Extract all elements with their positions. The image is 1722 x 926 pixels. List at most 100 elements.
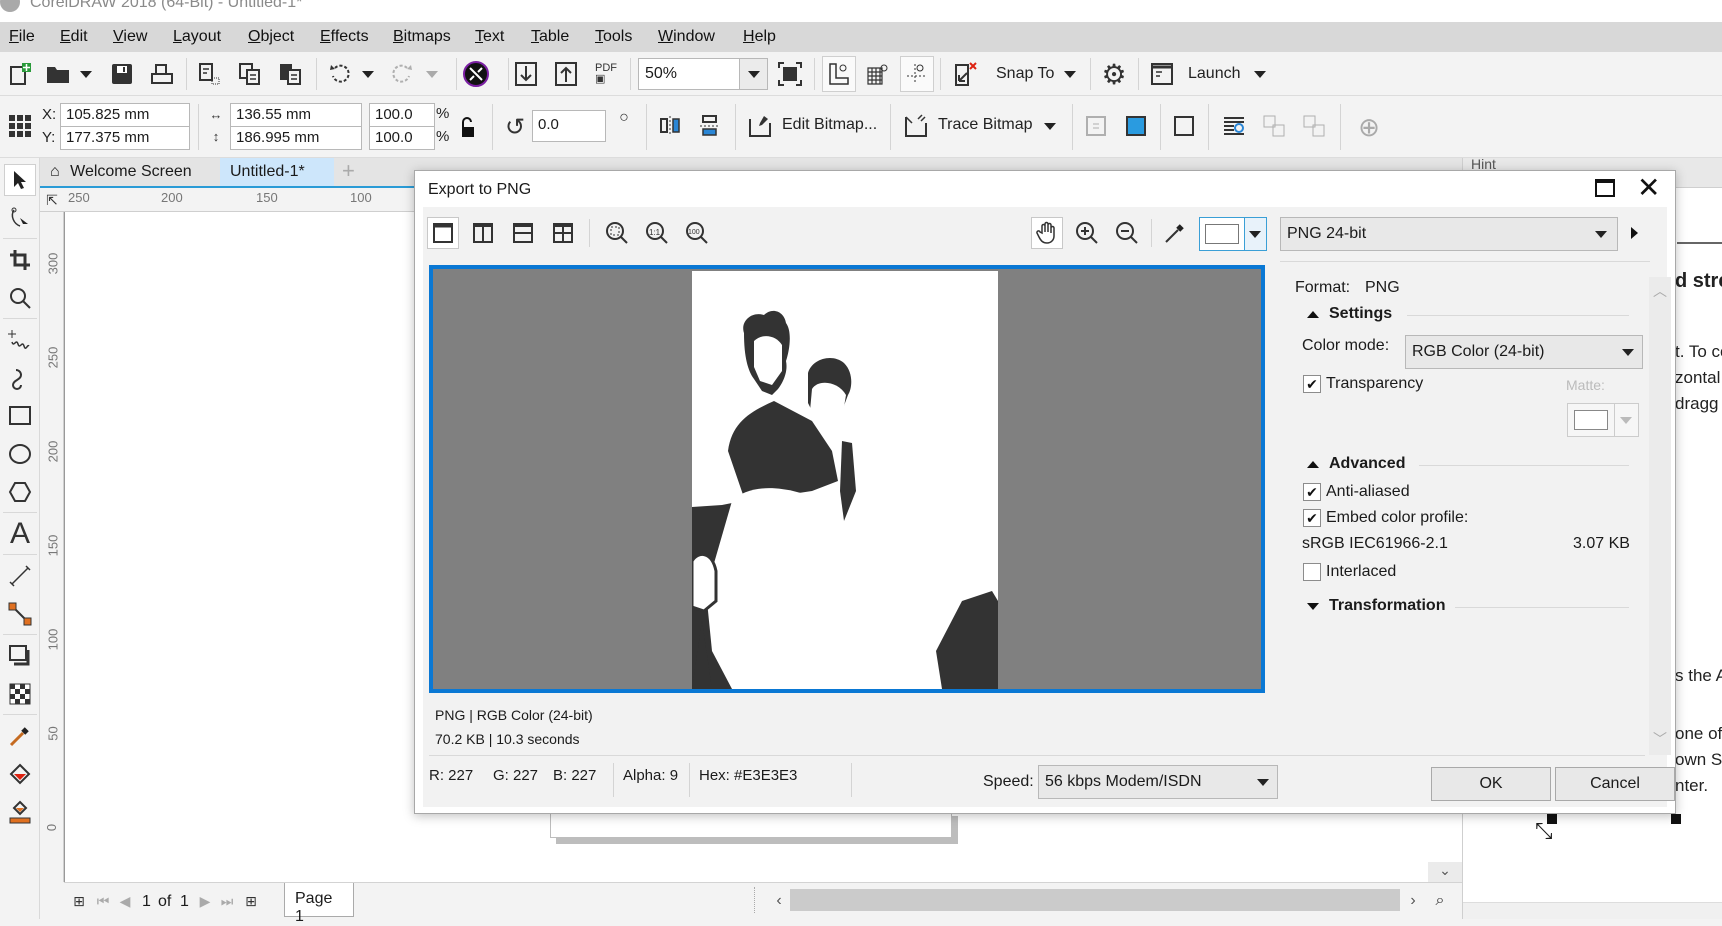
resample-icon[interactable] (1168, 110, 1200, 142)
open-folder-icon[interactable] (42, 58, 74, 90)
freehand-tool-icon[interactable] (4, 324, 36, 356)
export-icon[interactable] (550, 58, 582, 90)
speed-dropdown-icon[interactable] (1257, 779, 1269, 786)
bitmap-color-mask-icon[interactable] (1120, 110, 1152, 142)
close-icon[interactable]: ✕ (1637, 171, 1660, 204)
top-bottom-preview-icon[interactable] (507, 217, 539, 249)
save-icon[interactable] (106, 58, 138, 90)
scale-height-input[interactable]: 100.0 (369, 126, 435, 150)
rectangle-tool-icon[interactable] (4, 400, 36, 432)
options-gear-icon[interactable]: ⚙ (1098, 58, 1130, 90)
first-page-icon[interactable]: ⏮ (92, 889, 114, 913)
menu-table[interactable]: Table (531, 28, 569, 46)
tab-welcome-screen[interactable]: ⌂ Welcome Screen (40, 158, 220, 186)
zoom-level-dropdown[interactable] (740, 58, 768, 90)
object-height-input[interactable]: 186.995 mm (230, 126, 362, 150)
add-page-after-icon[interactable]: ⊞ (240, 889, 262, 913)
crop-bitmap-icon[interactable] (1080, 110, 1112, 142)
crop-tool-icon[interactable] (4, 244, 36, 276)
trace-bitmap-button[interactable]: Trace Bitmap (938, 116, 1033, 134)
export-preview[interactable] (429, 265, 1265, 693)
zoom-out-icon[interactable] (1111, 217, 1143, 249)
object-width-input[interactable]: 136.55 mm (230, 103, 362, 127)
open-dropdown-icon[interactable] (80, 71, 92, 78)
copy-icon[interactable] (234, 58, 266, 90)
menu-tools[interactable]: Tools (595, 28, 632, 46)
show-guidelines-icon[interactable] (900, 56, 934, 92)
selection-handle[interactable] (1547, 814, 1557, 824)
menu-bitmaps[interactable]: Bitmaps (393, 28, 451, 46)
snap-to-icon[interactable] (950, 58, 982, 90)
cancel-button[interactable]: Cancel (1555, 767, 1675, 801)
ellipse-tool-icon[interactable] (4, 438, 36, 470)
drop-shadow-tool-icon[interactable] (4, 640, 36, 672)
pick-tool-icon[interactable] (4, 164, 36, 196)
scrollbar-splitter[interactable] (754, 887, 768, 913)
color-mode-select[interactable]: RGB Color (24-bit) (1405, 335, 1643, 369)
vertical-ruler[interactable]: 300 250 200 150 100 50 0 (40, 212, 64, 882)
interlaced-checkbox[interactable] (1303, 563, 1321, 581)
cut-icon[interactable] (194, 58, 226, 90)
ruler-origin-icon[interactable]: ⇱ (42, 190, 62, 210)
advanced-collapse-icon[interactable] (1307, 461, 1319, 468)
scale-width-input[interactable]: 100.0 (369, 103, 435, 127)
lock-ratio-icon[interactable] (456, 114, 480, 142)
publish-pdf-icon[interactable]: PDF ▣ (590, 58, 622, 90)
launch-label[interactable]: Launch (1188, 65, 1241, 83)
undo-dropdown-icon[interactable] (362, 71, 374, 78)
zoom-tool-icon[interactable] (4, 282, 36, 314)
snap-to-dropdown-icon[interactable] (1064, 71, 1076, 78)
tab-untitled-1[interactable]: Untitled-1* (220, 158, 334, 186)
maximize-icon[interactable] (1595, 179, 1615, 197)
previous-page-icon[interactable]: ◀ (114, 889, 136, 913)
menu-layout[interactable]: Layout (173, 28, 221, 46)
polygon-tool-icon[interactable] (4, 476, 36, 508)
x-position-input[interactable]: 105.825 mm (60, 103, 190, 127)
pan-hand-icon[interactable] (1031, 217, 1063, 249)
zoom-navigator-icon[interactable]: ⌕ (1426, 887, 1454, 915)
ok-button[interactable]: OK (1431, 767, 1551, 801)
edit-bitmap-button[interactable]: Edit Bitmap... (782, 116, 877, 134)
settings-header[interactable]: Settings (1329, 305, 1392, 323)
scroll-up-icon[interactable]: ︿ (1653, 281, 1667, 301)
menu-help[interactable]: Help (743, 28, 776, 46)
text-tool-icon[interactable]: A (4, 517, 36, 550)
undo-icon[interactable] (324, 58, 356, 90)
smart-fill-tool-icon[interactable] (4, 796, 36, 828)
transparency-tool-icon[interactable] (4, 678, 36, 710)
scroll-right-icon[interactable]: › (1404, 889, 1422, 913)
interactive-fill-tool-icon[interactable] (4, 758, 36, 790)
zoom-1-to-1-icon[interactable]: 1:1 (641, 217, 673, 249)
transparency-checkbox[interactable]: ✔ (1303, 375, 1321, 393)
show-grid-icon[interactable] (862, 58, 894, 90)
menu-effects[interactable]: Effects (320, 28, 369, 46)
background-color-swatch[interactable] (1199, 217, 1245, 251)
dimension-tool-icon[interactable] (4, 560, 36, 592)
to-front-icon[interactable] (1258, 110, 1290, 142)
zoom-to-fit-icon[interactable] (601, 217, 633, 249)
selection-handle[interactable] (1671, 814, 1681, 824)
menu-text[interactable]: Text (475, 28, 504, 46)
snap-to-label[interactable]: Snap To (996, 65, 1054, 83)
rotation-angle-input[interactable]: 0.0 (532, 110, 606, 142)
new-tab-icon[interactable]: + (334, 158, 368, 186)
last-page-icon[interactable]: ⏭ (216, 889, 238, 913)
menu-object[interactable]: Object (248, 28, 294, 46)
full-screen-icon[interactable] (774, 58, 806, 90)
matte-color-swatch[interactable] (1567, 403, 1615, 437)
add-icon[interactable]: ⊕ (1352, 110, 1386, 144)
horizontal-scrollbar-thumb[interactable] (790, 889, 1400, 911)
settings-scrollbar[interactable]: ︿ ﹀ (1649, 277, 1671, 755)
zoom-100-icon[interactable]: 100 (681, 217, 713, 249)
quad-preview-icon[interactable] (547, 217, 579, 249)
settings-collapse-icon[interactable] (1307, 311, 1319, 318)
eyedropper-icon[interactable] (1159, 217, 1191, 249)
matte-dropdown[interactable] (1615, 403, 1639, 437)
show-rulers-icon[interactable] (822, 56, 856, 92)
menu-window[interactable]: Window (658, 28, 715, 46)
redo-icon[interactable] (386, 58, 418, 90)
trace-bitmap-dropdown-icon[interactable] (1044, 123, 1056, 130)
scroll-left-icon[interactable]: ‹ (770, 889, 788, 913)
new-document-icon[interactable] (4, 58, 36, 90)
redo-dropdown-icon[interactable] (426, 71, 438, 78)
